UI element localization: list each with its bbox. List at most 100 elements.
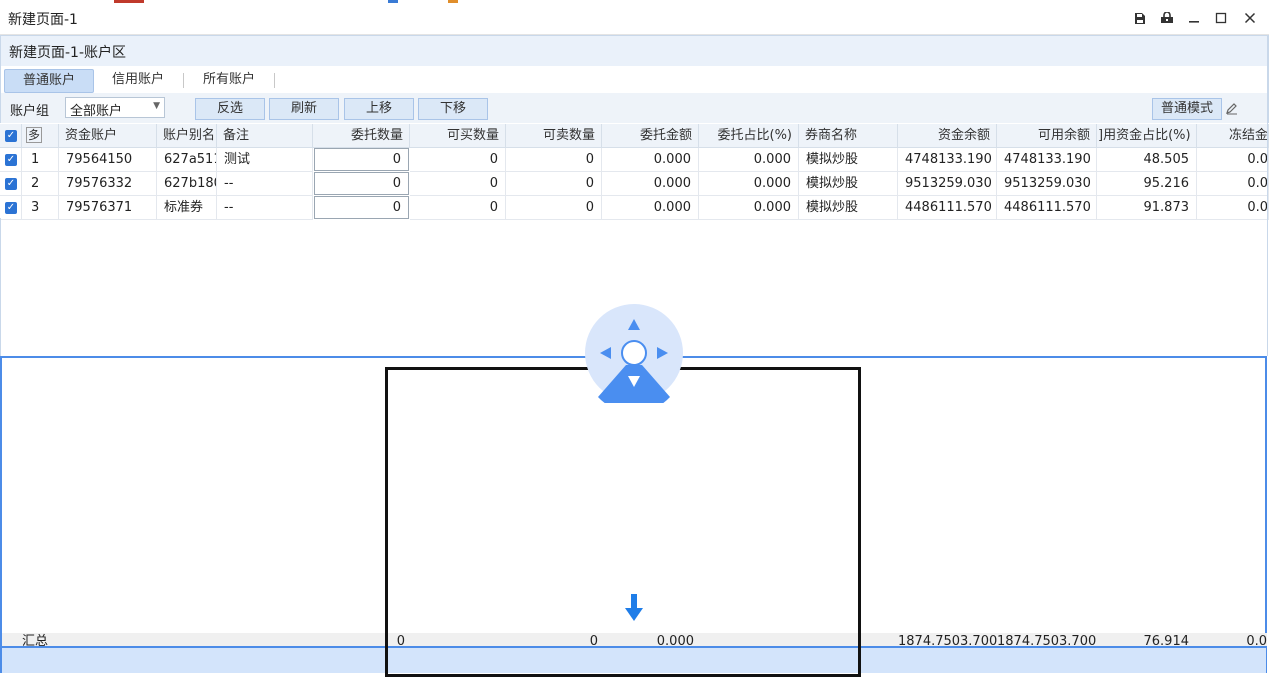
- normal-mode-button[interactable]: 普通模式: [1152, 98, 1222, 120]
- broker-cell: 模拟炒股: [799, 148, 898, 172]
- header-available[interactable]: 可用余额: [997, 124, 1097, 148]
- available-pct-cell: 95.216: [1097, 172, 1197, 196]
- refresh-button[interactable]: 刷新: [269, 98, 339, 120]
- header-broker[interactable]: 券商名称: [799, 124, 898, 148]
- summary-available: 1874.7503.700: [997, 634, 1097, 647]
- order-pct-cell: 0.000: [699, 148, 799, 172]
- checkbox-checked-icon[interactable]: ✓: [5, 178, 17, 190]
- available-cell: 4748133.190: [997, 148, 1097, 172]
- dock-center-icon: [621, 340, 647, 366]
- balance-cell: 9513259.030: [898, 172, 997, 196]
- tab-separator: [274, 73, 275, 88]
- account-group-select[interactable]: 全部账户 ▼: [65, 97, 165, 119]
- note-cell: --: [217, 172, 313, 196]
- row-index: 3: [22, 196, 59, 220]
- header-balance[interactable]: 资金余额: [898, 124, 997, 148]
- checkbox-checked-icon[interactable]: ✓: [5, 130, 17, 142]
- order-qty-input[interactable]: 0: [314, 148, 409, 171]
- close-icon[interactable]: [1240, 8, 1260, 28]
- tab-normal-account[interactable]: 普通账户: [4, 69, 94, 93]
- order-amount-cell: 0.000: [602, 172, 699, 196]
- panel-title: 新建页面-1-账户区: [9, 45, 127, 61]
- account-group-value: 全部账户: [70, 104, 123, 119]
- summary-available-pct: 76.914: [1143, 634, 1190, 647]
- lock-icon[interactable]: [1157, 8, 1177, 28]
- account-group-label: 账户组: [10, 104, 50, 119]
- row-checkbox-cell[interactable]: ✓: [0, 196, 22, 220]
- frozen-cell: 0.0: [1197, 172, 1269, 196]
- alias-cell: 627a511: [157, 148, 217, 172]
- fund-account-cell: 79576332: [59, 172, 157, 196]
- available-cell: 9513259.030: [997, 172, 1097, 196]
- move-up-button[interactable]: 上移: [344, 98, 414, 120]
- header-note[interactable]: 备注: [217, 124, 313, 148]
- note-cell: --: [217, 196, 313, 220]
- chevron-down-icon: ▼: [153, 101, 160, 111]
- top-strip: [110, 0, 1110, 3]
- header-frozen[interactable]: 冻结金: [1197, 124, 1269, 148]
- broker-cell: 模拟炒股: [799, 172, 898, 196]
- available-pct-cell: 91.873: [1097, 196, 1197, 220]
- edit-icon[interactable]: [1225, 101, 1239, 115]
- summary-label: 汇总: [22, 634, 49, 647]
- buy-qty-cell: 0: [410, 196, 506, 220]
- drag-outline: [385, 367, 861, 677]
- tab-separator: [183, 73, 184, 88]
- order-qty-input[interactable]: 0: [314, 196, 409, 219]
- row-checkbox-cell[interactable]: ✓: [0, 148, 22, 172]
- tab-credit-account[interactable]: 信用账户: [100, 69, 176, 91]
- order-qty-input[interactable]: 0: [314, 172, 409, 195]
- header-order-qty[interactable]: 委托数量: [313, 124, 410, 148]
- toolbar: [0, 93, 1269, 123]
- move-down-button[interactable]: 下移: [418, 98, 488, 120]
- sell-qty-cell: 0: [506, 148, 602, 172]
- order-pct-cell: 0.000: [699, 172, 799, 196]
- order-amount-cell: 0.000: [602, 196, 699, 220]
- balance-cell: 4748133.190: [898, 148, 997, 172]
- buy-qty-cell: 0: [410, 172, 506, 196]
- buy-qty-cell: 0: [410, 148, 506, 172]
- select-all-header[interactable]: ✓: [0, 124, 22, 148]
- minimize-icon[interactable]: [1184, 8, 1204, 28]
- summary-frozen: 0.0: [1246, 634, 1267, 647]
- available-cell: 4486111.570: [997, 196, 1097, 220]
- note-cell: 测试: [217, 148, 313, 172]
- frozen-cell: 0.0: [1197, 148, 1269, 172]
- checkbox-checked-icon[interactable]: ✓: [5, 202, 17, 214]
- sell-qty-cell: 0: [506, 196, 602, 220]
- drop-target-arrow-icon: [623, 593, 645, 623]
- header-fund-account[interactable]: 资金账户: [59, 124, 157, 148]
- header-account-alias[interactable]: 账户别名: [157, 124, 217, 148]
- header-order-amount[interactable]: 委托金额: [602, 124, 699, 148]
- alias-cell: 627b180: [157, 172, 217, 196]
- panel-border-right: [1267, 35, 1268, 356]
- alias-cell: 标准券: [157, 196, 217, 220]
- header-sell-qty[interactable]: 可卖数量: [506, 124, 602, 148]
- header-available-pct[interactable]: ]用资金占比(%): [1097, 124, 1197, 148]
- header-buy-qty[interactable]: 可买数量: [410, 124, 506, 148]
- row-index: 2: [22, 172, 59, 196]
- sell-qty-cell: 0: [506, 172, 602, 196]
- panel-header: [0, 35, 1269, 66]
- invert-selection-button[interactable]: 反选: [195, 98, 265, 120]
- fund-account-cell: 79564150: [59, 148, 157, 172]
- tab-all-accounts[interactable]: 所有账户: [191, 69, 267, 91]
- save-icon[interactable]: [1130, 8, 1150, 28]
- frozen-cell: 0.0: [1197, 196, 1269, 220]
- row-checkbox-cell[interactable]: ✓: [0, 172, 22, 196]
- available-pct-cell: 48.505: [1097, 148, 1197, 172]
- order-amount-cell: 0.000: [602, 148, 699, 172]
- header-order-pct[interactable]: 委托占比(%): [699, 124, 799, 148]
- maximize-icon[interactable]: [1211, 8, 1231, 28]
- balance-cell: 4486111.570: [898, 196, 997, 220]
- panel-border-left: [0, 218, 1, 356]
- row-index: 1: [22, 148, 59, 172]
- window-title: 新建页面-1: [8, 12, 78, 28]
- checkbox-checked-icon[interactable]: ✓: [5, 154, 17, 166]
- title-bar: [0, 0, 1269, 35]
- broker-cell: 模拟炒股: [799, 196, 898, 220]
- dock-compass[interactable]: [584, 303, 684, 413]
- summary-balance: 1874.7503.700: [898, 634, 998, 647]
- header-multi: 多: [22, 124, 59, 148]
- order-pct-cell: 0.000: [699, 196, 799, 220]
